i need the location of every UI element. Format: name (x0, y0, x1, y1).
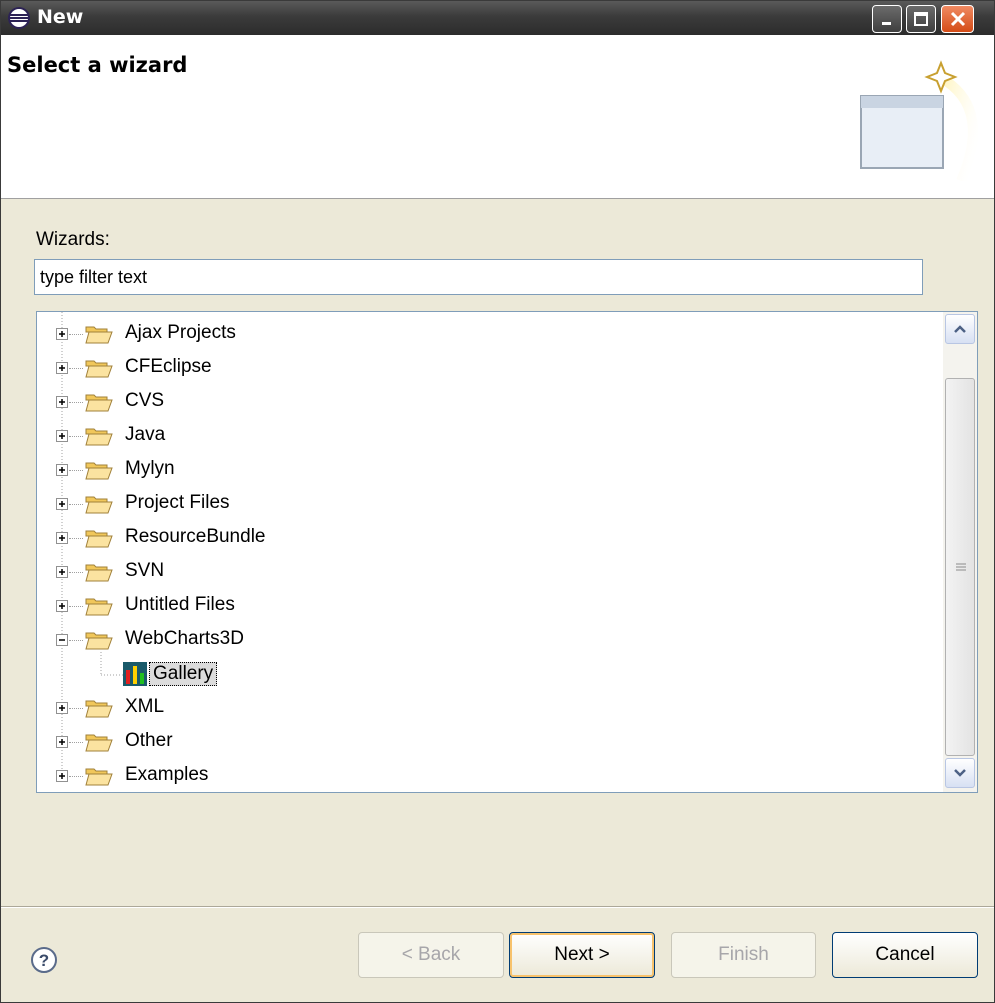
tree-item[interactable]: Examples (37, 759, 937, 792)
wizard-tree[interactable]: Ajax Projects CFEclipse CVS Java Mylyn Projec… (36, 311, 978, 793)
expand-icon[interactable] (56, 498, 68, 510)
folder-icon (85, 462, 113, 480)
folder-icon (85, 632, 113, 650)
help-icon[interactable]: ? (29, 945, 59, 975)
tree-connector (69, 572, 83, 573)
tree-connector (69, 538, 83, 539)
expand-icon[interactable] (56, 702, 68, 714)
tree-connector (69, 640, 83, 641)
expand-icon[interactable] (56, 328, 68, 340)
page-title: Select a wizard (7, 53, 188, 77)
close-button[interactable] (941, 5, 974, 33)
folder-icon (85, 394, 113, 412)
folder-icon (85, 564, 113, 582)
eclipse-icon (8, 7, 30, 29)
folder-icon (85, 768, 113, 786)
next-button[interactable]: Next > (509, 932, 655, 978)
filter-input[interactable] (34, 259, 923, 295)
expand-icon[interactable] (56, 396, 68, 408)
minimize-icon (882, 22, 891, 25)
tree-item-label: ResourceBundle (125, 526, 266, 547)
expand-icon[interactable] (56, 464, 68, 476)
tree-connector (69, 504, 83, 505)
folder-icon (85, 326, 113, 344)
tree-item-label-selected: Gallery (149, 662, 218, 686)
chevron-up-icon (954, 325, 966, 333)
tree-item[interactable]: Untitled Files (37, 589, 937, 623)
folder-icon (85, 428, 113, 446)
tree-connector (69, 776, 83, 777)
maximize-button[interactable] (906, 5, 936, 33)
tree-item[interactable]: WebCharts3D (37, 623, 937, 657)
scroll-thumb[interactable] (945, 378, 975, 756)
tree-item-label: Mylyn (125, 458, 175, 479)
expand-icon[interactable] (56, 770, 68, 782)
tree-item-label: Ajax Projects (125, 322, 236, 343)
maximize-icon (914, 12, 928, 26)
back-button[interactable]: < Back (358, 932, 504, 978)
tree-connector (69, 436, 83, 437)
tree-item[interactable]: ResourceBundle (37, 521, 937, 555)
tree-connector (69, 606, 83, 607)
tree-item[interactable]: Project Files (37, 487, 937, 521)
collapse-icon[interactable] (56, 634, 68, 646)
tree-connector (69, 470, 83, 471)
folder-icon (85, 360, 113, 378)
tree-item-label: Other (125, 730, 173, 751)
folder-icon (85, 734, 113, 752)
tree-item[interactable]: CFEclipse (37, 351, 937, 385)
tree-item-label: Project Files (125, 492, 230, 513)
chevron-down-icon (954, 769, 966, 777)
tree-item[interactable]: XML (37, 691, 937, 725)
expand-icon[interactable] (56, 532, 68, 544)
tree-item[interactable]: Other (37, 725, 937, 759)
tree-item-label: SVN (125, 560, 165, 581)
new-wizard-dialog: New Select a wizard Wizards: type filter… (0, 0, 995, 1003)
close-icon (950, 11, 965, 27)
tree-item[interactable]: SVN (37, 555, 937, 589)
folder-icon (85, 530, 113, 548)
wizards-label: Wizards: (36, 229, 110, 250)
tree-item[interactable]: Ajax Projects (37, 317, 937, 351)
footer-separator (1, 906, 994, 908)
tree-connector (69, 368, 83, 369)
title-bar[interactable]: New (1, 1, 994, 35)
tree-item-label: CVS (125, 390, 165, 411)
scroll-down-button[interactable] (945, 758, 975, 788)
scroll-up-button[interactable] (945, 314, 975, 344)
expand-icon[interactable] (56, 600, 68, 612)
vertical-scrollbar[interactable] (943, 312, 977, 792)
tree-item-label: CFEclipse (125, 356, 212, 377)
tree-item[interactable]: Mylyn (37, 453, 937, 487)
folder-icon (85, 598, 113, 616)
grip-icon (956, 563, 966, 571)
expand-icon[interactable] (56, 736, 68, 748)
folder-icon (85, 496, 113, 514)
minimize-button[interactable] (872, 5, 902, 33)
cancel-button[interactable]: Cancel (832, 932, 978, 978)
expand-icon[interactable] (56, 430, 68, 442)
svg-text:?: ? (39, 951, 49, 970)
tree-item-child[interactable]: Gallery (37, 657, 937, 691)
tree-connector (69, 402, 83, 403)
expand-icon[interactable] (56, 566, 68, 578)
tree-connector (69, 708, 83, 709)
chart-icon (123, 662, 147, 686)
tree-item[interactable]: Java (37, 419, 937, 453)
tree-item-label: XML (125, 696, 165, 717)
tree-item[interactable]: CVS (37, 385, 937, 419)
tree-item-label: Untitled Files (125, 594, 235, 615)
tree-connector (69, 742, 83, 743)
finish-button[interactable]: Finish (671, 932, 816, 978)
window-title: New (37, 6, 84, 28)
tree-item-label: Examples (125, 764, 209, 785)
expand-icon[interactable] (56, 362, 68, 374)
new-wizard-icon (860, 60, 978, 181)
tree-connector (69, 334, 83, 335)
tree-item-label: WebCharts3D (125, 628, 244, 649)
tree-item-label: Java (125, 424, 166, 445)
folder-icon (85, 700, 113, 718)
